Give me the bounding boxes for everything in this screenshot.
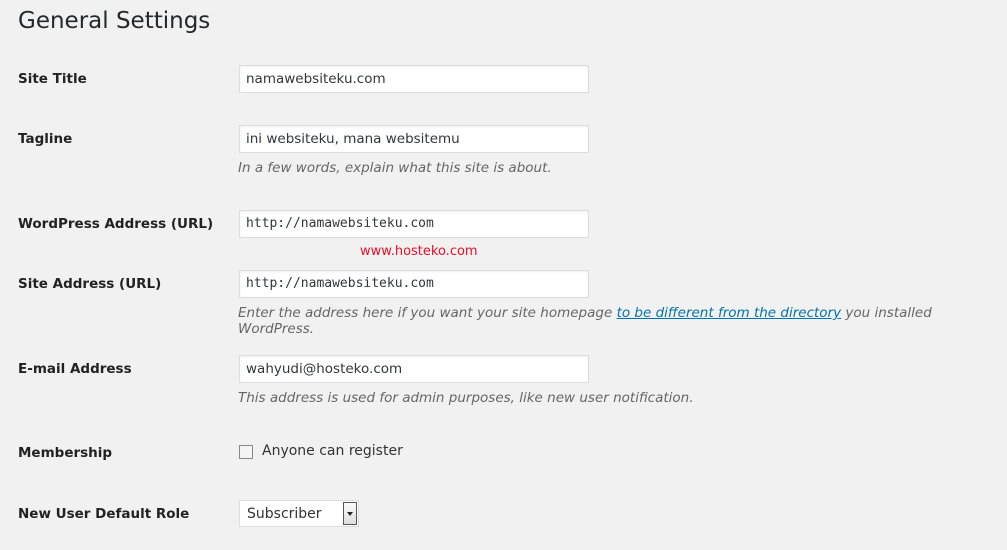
page-title: General Settings [18, 8, 211, 34]
different-directory-link[interactable]: to be different from the directory [617, 305, 842, 321]
site-title-label: Site Title [18, 71, 87, 87]
wp-address-label: WordPress Address (URL) [18, 216, 214, 232]
default-role-select[interactable]: Subscriber [239, 500, 359, 527]
site-title-input[interactable]: namawebsiteku.com [239, 65, 589, 93]
desc-text: Enter the address here if you want your … [238, 305, 617, 321]
membership-label: Membership [18, 445, 113, 461]
site-address-description: Enter the address here if you want your … [238, 305, 1007, 337]
default-role-label: New User Default Role [18, 506, 190, 522]
email-input[interactable]: wahyudi@hosteko.com [239, 355, 589, 383]
email-label: E-mail Address [18, 361, 132, 377]
tagline-input[interactable]: ini websiteku, mana websitemu [239, 125, 589, 153]
email-description: This address is used for admin purposes,… [238, 390, 694, 406]
chevron-down-icon[interactable] [343, 502, 357, 525]
site-address-label: Site Address (URL) [18, 276, 162, 292]
wp-address-input[interactable]: http://namawebsiteku.com [239, 210, 589, 238]
default-role-value: Subscriber [247, 506, 322, 522]
tagline-label: Tagline [18, 131, 73, 147]
anyone-can-register-checkbox[interactable] [239, 445, 253, 459]
site-address-input[interactable]: http://namawebsiteku.com [239, 270, 589, 298]
watermark: www.hosteko.com [360, 244, 478, 259]
tagline-description: In a few words, explain what this site i… [238, 160, 552, 176]
anyone-can-register-label[interactable]: Anyone can register [262, 443, 403, 459]
